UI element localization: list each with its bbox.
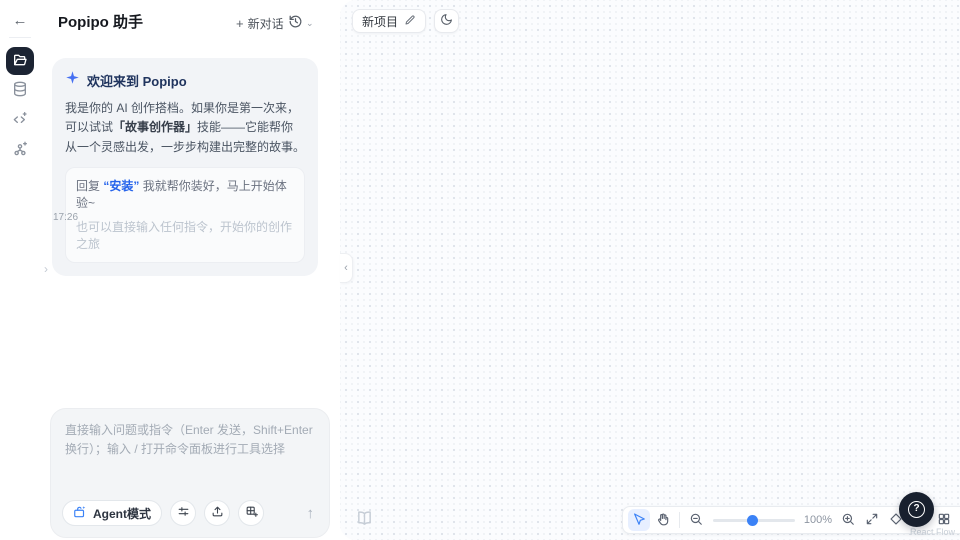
plus-icon: + xyxy=(236,16,244,31)
upload-button[interactable] xyxy=(204,500,230,526)
send-button[interactable]: ↑ xyxy=(303,505,319,522)
agent-mode-button[interactable]: Agent模式 xyxy=(62,500,162,526)
sidebar-item-projects[interactable] xyxy=(6,47,34,75)
book-open-icon xyxy=(356,515,373,530)
database-icon xyxy=(12,81,28,100)
pointer-tool-button[interactable] xyxy=(628,509,650,531)
canvas-topbar: 新项目 xyxy=(352,9,459,33)
grid-plus-icon xyxy=(245,505,258,521)
tune-settings-button[interactable] xyxy=(170,500,196,526)
hint-line-2: 也可以直接输入任何指令，开始你的创作之旅 xyxy=(76,218,294,252)
zoom-out-icon xyxy=(689,512,703,529)
flow-canvas[interactable] xyxy=(340,0,960,540)
rail-divider xyxy=(9,37,31,38)
composer-toolbar: Agent模式 ↑ xyxy=(62,499,318,527)
project-name: 新项目 xyxy=(362,13,398,30)
new-chat-button[interactable]: + 新对话 xyxy=(236,13,284,33)
pencil-icon xyxy=(404,14,416,29)
code-plus-icon xyxy=(12,111,28,130)
question-mark-icon: ? xyxy=(908,501,925,518)
chat-title: Popipo 助手 xyxy=(58,11,143,32)
zoom-in-button[interactable] xyxy=(837,509,859,531)
new-chat-label: 新对话 xyxy=(248,15,284,32)
zoom-out-button[interactable] xyxy=(685,509,707,531)
composer[interactable]: 直接输入问题或指令（Enter 发送，Shift+Enter 换行）；输入 / … xyxy=(50,408,330,538)
help-button[interactable]: ? xyxy=(899,492,934,527)
pan-tool-button[interactable] xyxy=(652,509,674,531)
minimap-toggle[interactable] xyxy=(352,510,376,530)
chat-collapse-handle[interactable]: ‹ xyxy=(340,253,353,283)
zoom-slider[interactable] xyxy=(713,509,795,531)
history-icon xyxy=(288,14,303,32)
welcome-body-bold: 「故事创作器」 xyxy=(113,120,197,134)
welcome-body: 我是你的 AI 创作搭档。如果你是第一次来，可以试试「故事创作器」技能——它能帮… xyxy=(65,99,305,157)
hint-line-1: 回复 “安装” 我就帮你装好，马上开始体验~ xyxy=(76,177,294,211)
agent-mode-label: Agent模式 xyxy=(93,505,151,522)
chat-panel: Popipo 助手 + 新对话 ⌄ 欢迎来到 Popipo 我是你的 AI 创作… xyxy=(40,0,340,540)
folder-open-icon xyxy=(12,52,28,71)
rail-expand-handle[interactable]: › xyxy=(40,256,52,282)
grid-squares-icon xyxy=(937,512,951,529)
add-widget-button[interactable] xyxy=(238,500,264,526)
cursor-icon xyxy=(632,512,646,529)
back-button[interactable]: ← xyxy=(8,9,32,33)
nodes-plus-icon xyxy=(12,141,28,160)
dark-mode-toggle[interactable] xyxy=(434,9,459,33)
react-flow-attribution: React Flow xyxy=(910,527,955,537)
sliders-icon xyxy=(177,505,190,521)
zoom-level-label: 100% xyxy=(801,514,835,526)
fit-view-button[interactable] xyxy=(861,509,883,531)
welcome-title: 欢迎来到 Popipo xyxy=(87,71,187,90)
agent-icon xyxy=(73,505,87,522)
chevron-down-icon: ⌄ xyxy=(306,18,314,29)
project-name-pill[interactable]: 新项目 xyxy=(352,9,426,33)
welcome-header: 欢迎来到 Popipo xyxy=(65,70,305,90)
hand-icon xyxy=(656,512,670,529)
zoom-slider-thumb[interactable] xyxy=(747,515,758,526)
moon-icon xyxy=(440,13,453,29)
message-timestamp: 17:26 xyxy=(53,212,78,223)
upload-icon xyxy=(211,505,224,521)
toolbar-divider xyxy=(679,512,680,528)
history-button[interactable]: ⌄ xyxy=(288,12,314,34)
icon-rail: ← xyxy=(0,0,40,540)
sparkle-icon xyxy=(65,70,80,90)
sidebar-item-database[interactable] xyxy=(6,76,34,104)
welcome-hint-box: 回复 “安装” 我就帮你装好，马上开始体验~ 也可以直接输入任何指令，开始你的创… xyxy=(65,167,305,263)
zoom-in-icon xyxy=(841,512,855,529)
expand-arrows-icon xyxy=(865,512,879,529)
sidebar-item-workflow[interactable] xyxy=(6,136,34,164)
composer-placeholder: 直接输入问题或指令（Enter 发送，Shift+Enter 换行）；输入 / … xyxy=(51,409,329,459)
sidebar-item-code[interactable] xyxy=(6,106,34,134)
hint-keyword: “安装” xyxy=(103,179,139,193)
welcome-message-card: 欢迎来到 Popipo 我是你的 AI 创作搭档。如果你是第一次来，可以试试「故… xyxy=(52,58,318,276)
hint-prefix: 回复 xyxy=(76,179,103,193)
